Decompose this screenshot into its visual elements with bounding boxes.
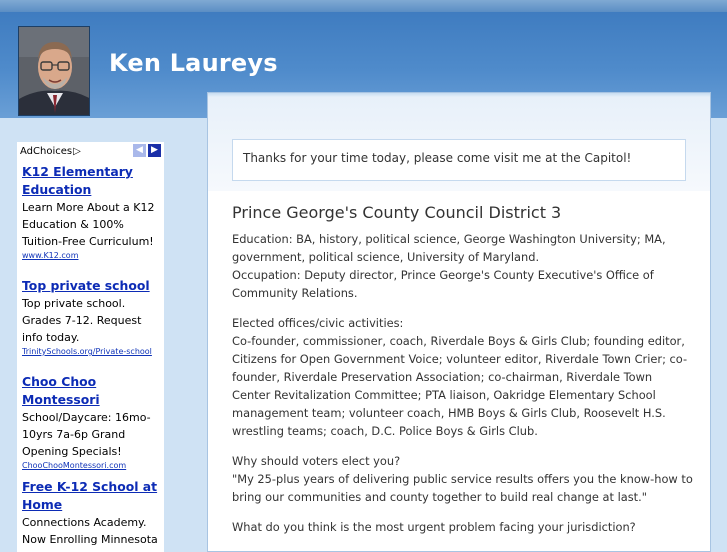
ad-title-link[interactable]: Top private school bbox=[22, 277, 164, 295]
adchoices-link[interactable]: AdChoices▷ bbox=[20, 146, 81, 157]
ad-title-link[interactable]: Free K-12 School at Home bbox=[22, 478, 164, 514]
adchoices-icon: ▷ bbox=[73, 145, 81, 157]
top-strip bbox=[0, 0, 727, 12]
post-paragraph: What do you think is the most urgent pro… bbox=[232, 520, 636, 534]
notice-box: Thanks for your time today, please come … bbox=[232, 139, 686, 181]
panel-top-edge bbox=[208, 93, 710, 97]
ad-nav: ◀ ▶ bbox=[133, 144, 161, 157]
ad-description: Top private school. Grades 7-12. Request… bbox=[22, 297, 142, 344]
ad-url-link[interactable]: ChooChooMontessori.com bbox=[22, 460, 164, 472]
profile-photo[interactable] bbox=[18, 26, 90, 116]
adchoices-label: AdChoices bbox=[20, 145, 73, 157]
site-title[interactable]: Ken Laureys bbox=[109, 49, 278, 77]
ad-item: Top private school Top private school. G… bbox=[22, 277, 164, 358]
ad-description: Connections Academy. Now Enrolling Minne… bbox=[22, 516, 158, 546]
ad-title-link[interactable]: K12 Elementary Education bbox=[22, 163, 164, 199]
ad-url-link[interactable]: www.K12.com bbox=[22, 250, 164, 262]
ad-prev-button[interactable]: ◀ bbox=[133, 144, 146, 157]
ad-item: Free K-12 School at Home Connections Aca… bbox=[22, 478, 164, 548]
post-paragraph: Elected offices/civic activities: Co-fou… bbox=[232, 316, 688, 438]
post-title[interactable]: Prince George's County Council District … bbox=[232, 203, 694, 222]
ad-title-link[interactable]: Choo Choo Montessori bbox=[22, 373, 164, 409]
main-content-panel: Thanks for your time today, please come … bbox=[207, 92, 711, 552]
ad-item: Choo Choo Montessori School/Daycare: 16m… bbox=[22, 373, 164, 472]
ad-item: K12 Elementary Education Learn More Abou… bbox=[22, 163, 164, 262]
ad-next-button[interactable]: ▶ bbox=[148, 144, 161, 157]
ad-description: Learn More About a K12 Education & 100% … bbox=[22, 201, 155, 248]
ad-header: AdChoices▷ ◀ ▶ bbox=[20, 142, 161, 160]
post-body: Prince George's County Council District … bbox=[232, 203, 694, 548]
ad-sidebar: AdChoices▷ ◀ ▶ K12 Elementary Education … bbox=[17, 142, 164, 552]
ad-description: School/Daycare: 16mo-10yrs 7a-6p Grand O… bbox=[22, 411, 151, 458]
post-paragraph: Why should voters elect you? "My 25-plus… bbox=[232, 454, 693, 504]
notice-text: Thanks for your time today, please come … bbox=[243, 151, 632, 165]
profile-photo-image bbox=[19, 27, 89, 115]
ad-url-link[interactable]: TrinitySchools.org/Private-school bbox=[22, 346, 164, 358]
post-paragraph: Education: BA, history, political scienc… bbox=[232, 232, 666, 300]
